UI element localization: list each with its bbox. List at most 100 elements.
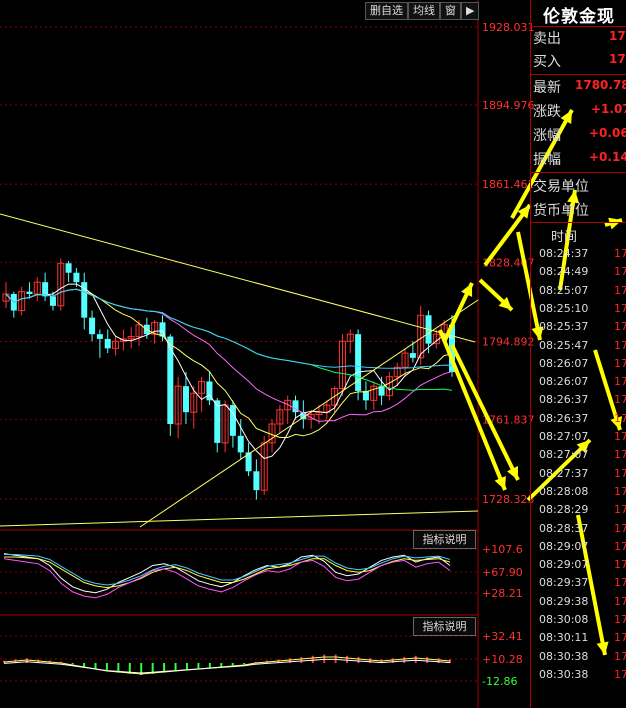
tick-price: 17 — [614, 667, 626, 681]
indicator-help-button-2[interactable]: 指标说明 — [413, 617, 476, 636]
candle-body — [253, 471, 260, 491]
tick-row: 08:26:07 17 — [539, 357, 626, 375]
tick-row: 08:25:10 17 — [539, 302, 626, 320]
chart-toolbar: 删自选 均线 窗 ▶ — [365, 2, 480, 20]
annotation-arrow — [438, 329, 507, 491]
quote-row-change: 涨跌 +1.07 — [533, 101, 626, 123]
quote-row-amplitude: 振幅 +0.14 — [533, 149, 626, 171]
candle-body — [73, 272, 80, 283]
info-trade-unit: 交易单位 — [533, 179, 589, 195]
tick-time: 08:26:07 — [539, 356, 589, 370]
quote-label: 卖出 — [533, 31, 561, 47]
ma-line — [5, 283, 453, 460]
quote-value: +1.07 — [591, 102, 626, 116]
tick-time: 08:30:11 — [539, 631, 589, 645]
tick-time: 08:29:37 — [539, 576, 589, 590]
candle-body — [214, 400, 221, 443]
indicator-j-line — [3, 558, 451, 599]
play-right-icon[interactable]: ▶ — [461, 2, 480, 20]
divider — [531, 74, 626, 75]
tick-row: 08:25:37 17 — [539, 320, 626, 338]
tick-row: 08:26:07 17 — [539, 375, 626, 393]
instrument-title: 伦敦金现 — [543, 7, 615, 27]
tick-time: 08:29:07 — [539, 539, 589, 553]
tick-price: 17 — [614, 411, 626, 425]
indicator-tick-label: +32.41 — [482, 630, 523, 643]
tick-time: 08:30:08 — [539, 613, 589, 626]
tick-time-header: 时间 — [551, 230, 578, 245]
tick-time: 08:25:37 — [539, 320, 589, 334]
divider — [531, 26, 626, 27]
tick-price: 17 — [614, 466, 626, 480]
tick-row: 08:27:07 17 — [539, 430, 626, 448]
indicator-tick-label: +107.6 — [482, 543, 523, 556]
tick-price: 17 — [614, 448, 626, 462]
quote-value: 1780.78 — [575, 78, 626, 92]
candle-body — [65, 263, 72, 273]
tick-price: 17 — [614, 503, 626, 517]
tick-price: 17 — [614, 320, 626, 334]
candle-body — [237, 435, 244, 453]
quote-value: 178 — [609, 52, 626, 66]
tick-row: 08:30:38 17 — [539, 668, 626, 686]
tick-time: 08:25:10 — [539, 301, 589, 315]
tick-time: 08:28:37 — [539, 521, 589, 535]
tick-row: 08:30:38 17 — [539, 650, 626, 668]
price-grid — [0, 0, 479, 708]
trendline-resistance — [0, 213, 476, 343]
tick-row: 08:30:08 17 — [539, 613, 626, 631]
tick-price: 17 — [614, 265, 626, 279]
tick-price: 17 — [614, 247, 626, 260]
tick-time: 08:26:07 — [539, 375, 589, 389]
tick-row: 08:29:38 17 — [539, 595, 626, 613]
candle-body — [96, 334, 103, 339]
tick-time: 08:25:47 — [539, 338, 589, 352]
trendline-base — [0, 510, 479, 527]
indicator-tick-label: +10.28 — [482, 653, 523, 666]
tick-time: 08:29:07 — [539, 558, 589, 572]
tick-time: 08:30:38 — [539, 649, 589, 663]
candle-body — [104, 338, 111, 349]
quote-row-latest: 最新 1780.78 — [533, 77, 626, 99]
tick-price: 17 — [614, 649, 626, 663]
tick-row: 08:28:08 17 — [539, 485, 626, 503]
tick-row: 08:24:37 17 — [539, 247, 626, 265]
price-axis-labels: 1928.0311894.9761861.4621828.4071794.892… — [482, 21, 535, 506]
candle-body — [409, 353, 416, 358]
tick-price: 17 — [614, 375, 626, 389]
ma-line — [5, 288, 453, 423]
delete-watchlist-button[interactable]: 删自选 — [365, 2, 408, 20]
tick-time: 08:28:08 — [539, 484, 589, 498]
quote-row-change-pct: 涨幅 +0.06 — [533, 125, 626, 147]
indicator-help-button-1[interactable]: 指标说明 — [413, 530, 476, 549]
price-tick-label: 1728.323 — [482, 493, 535, 506]
tick-time: 08:29:38 — [539, 594, 589, 608]
trend-lines — [0, 213, 479, 528]
tick-row: 08:29:07 17 — [539, 540, 626, 558]
indicator-tick-label: +28.21 — [482, 587, 523, 600]
tick-price: 17 — [614, 301, 626, 315]
tick-row: 08:28:29 17 — [539, 503, 626, 521]
window-button[interactable]: 窗 — [440, 2, 461, 20]
tick-row: 08:30:11 17 — [539, 631, 626, 649]
tick-row: 08:25:47 17 — [539, 339, 626, 357]
quote-value: 178 — [609, 29, 626, 43]
indicator-tick-label: +67.90 — [482, 566, 523, 579]
candles — [2, 258, 455, 500]
tick-price: 17 — [614, 594, 626, 608]
tick-time: 08:24:37 — [539, 247, 589, 260]
candle-body — [229, 405, 236, 436]
quote-label: 买入 — [533, 54, 561, 70]
quote-label: 涨跌 — [533, 104, 561, 120]
tick-price: 17 — [614, 613, 626, 626]
tick-row: 08:27:07 17 — [539, 448, 626, 466]
tick-time: 08:27:07 — [539, 430, 589, 443]
info-currency-unit: 货币单位 — [533, 203, 589, 219]
annotation-arrow — [450, 344, 520, 481]
indicator-k-line — [3, 553, 451, 594]
candle-body — [167, 336, 174, 424]
indicator-tick-label: -12.86 — [482, 675, 517, 688]
tick-row: 08:26:37 17 — [539, 393, 626, 411]
moving-average-button[interactable]: 均线 — [408, 2, 440, 20]
tick-row: 08:24:49 17 — [539, 265, 626, 283]
